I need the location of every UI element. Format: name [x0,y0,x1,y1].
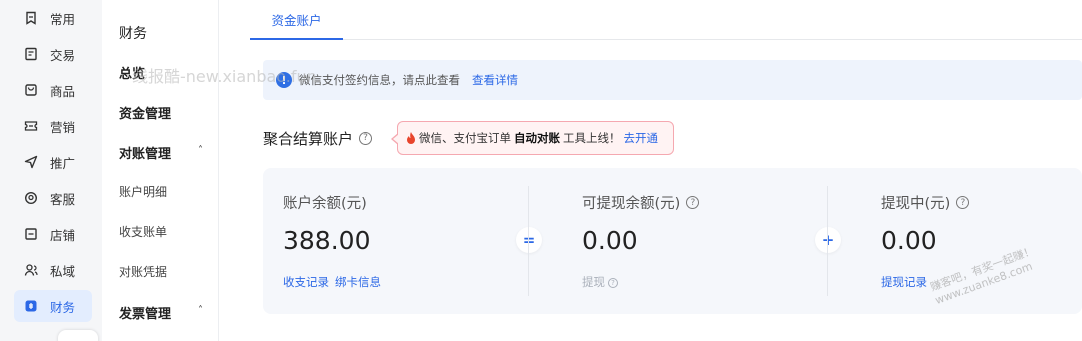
balance-links: 收支记录 绑卡信息 [283,274,387,290]
nav-item-private[interactable]: 私域 [14,254,92,286]
nav-item-label: 私域 [50,263,76,279]
activate-link[interactable]: 去开通 [624,130,659,146]
plus-operator: + [815,227,841,253]
balance-label: 账户余额(元) [283,196,367,212]
equals-operator: = [516,227,542,253]
notice-text: 微信支付签约信息，请点此查看 [299,73,460,87]
chevron-up-icon[interactable]: ˄ [198,145,203,156]
bank-card-info-link[interactable]: 绑卡信息 [335,275,381,289]
tab-bar: 资金账户 [250,0,1082,40]
nav-item-goods[interactable]: 商品 [14,74,92,106]
nav-item-common[interactable]: 常用 [14,2,92,34]
question-circle-icon[interactable]: ? [359,131,373,145]
sidebar-item-bills[interactable]: 收支账单 [119,223,167,240]
withdraw-button[interactable]: 提现 [582,275,605,289]
promo-highlight: 自动对账 [514,131,560,145]
nav-item-finance[interactable]: 财务 [14,290,92,322]
tab-fund-account[interactable]: 资金账户 [250,0,343,40]
collapse-handle[interactable] [58,330,98,341]
income-records-link[interactable]: 收支记录 [283,275,329,289]
info-icon: ! [276,72,292,88]
nav-item-marketing[interactable]: 营销 [14,110,92,142]
sidebar-group-reconcile[interactable]: 对账管理 [119,143,171,162]
divider [528,186,529,296]
view-details-link[interactable]: 查看详情 [472,72,518,88]
nav-item-label: 客服 [50,191,76,207]
sidebar-item-vouchers[interactable]: 对账凭据 [119,263,167,280]
balance-value: 0.00 [881,226,937,255]
nav-item-label: 店铺 [50,227,76,243]
nav-item-label: 营销 [50,119,76,135]
nav-item-promotion[interactable]: 推广 [14,146,92,178]
section-title: 聚合结算账户 [263,129,354,148]
send-icon [24,155,38,169]
balance-value: 0.00 [582,226,638,255]
headset-icon [24,191,38,205]
nav-item-store[interactable]: 店铺 [14,218,92,250]
nav-item-trade[interactable]: 交易 [14,38,92,70]
balance-label: 可提现余额(元)? [582,192,700,213]
question-circle-icon[interactable]: ? [956,196,970,209]
question-circle-icon[interactable]: ? [608,277,618,288]
bookmark-icon [24,11,38,25]
chevron-up-icon[interactable]: ˄ [198,305,203,316]
question-circle-icon[interactable]: ? [686,196,700,209]
balance-value: 388.00 [283,226,371,255]
nav-item-label: 推广 [50,155,76,171]
nav-item-label: 商品 [50,83,76,99]
notice-bar: ! 微信支付签约信息，请点此查看 查看详情 [263,60,1082,100]
store-icon [24,227,38,241]
finance-icon [24,299,38,313]
nav-item-service[interactable]: 客服 [14,182,92,214]
sidebar-title: 财务 [119,26,147,42]
promo-text: 微信、支付宝订单 [419,131,511,145]
promo-bubble: 微信、支付宝订单 自动对账 工具上线！ 去开通 [391,121,674,155]
main-nav-rail: 常用 交易 商品 营销 推广 客服 店铺 私域 财务 [0,0,102,341]
shopping-bag-icon [24,83,38,97]
withdraw-records-link[interactable]: 提现记录 [881,275,927,289]
nav-item-label: 财务 [50,299,76,315]
promo-text-end: 工具上线！ [563,131,621,145]
balance-links: 提现记录 [881,274,933,290]
balance-links: 提现? [582,274,618,290]
finance-sidebar: 财务 总览 资金管理 对账管理 ˄ 账户明细 收支账单 对账凭据 发票管理 ˄ [102,0,219,341]
ticket-icon [24,119,38,133]
fire-icon [405,131,417,145]
divider [827,186,828,296]
sidebar-item-account-detail[interactable]: 账户明细 [119,183,167,200]
sidebar-item-fund-management[interactable]: 资金管理 [119,103,171,122]
receipt-icon [24,47,38,61]
section-header: 聚合结算账户 ? [263,125,373,151]
sidebar-group-invoice[interactable]: 发票管理 [119,303,171,322]
sidebar-item-overview[interactable]: 总览 [119,63,145,82]
nav-item-label: 常用 [50,11,76,27]
nav-item-label: 交易 [50,47,76,63]
balance-label: 提现中(元)? [881,192,970,213]
users-icon [24,263,38,277]
